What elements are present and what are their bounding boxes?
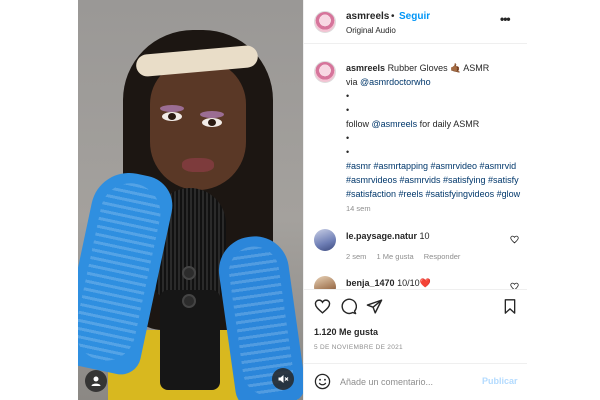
post-date: 5 DE NOVIEMBRE DE 2021	[314, 344, 403, 351]
caption-bullet: •	[346, 133, 350, 143]
comment-text: le.paysage.natur 10	[346, 231, 430, 241]
video-eye-right	[202, 118, 222, 127]
comment-body: 10	[419, 231, 430, 241]
video-eye-left	[162, 112, 182, 121]
comment-username[interactable]: le.paysage.natur	[346, 231, 417, 241]
bookmark-icon[interactable]	[502, 298, 518, 315]
speaker-muted-icon	[278, 375, 289, 383]
comment-input[interactable]	[340, 373, 470, 391]
comment-avatar[interactable]	[314, 229, 336, 251]
add-comment-bar: Publicar	[304, 363, 527, 400]
avatar[interactable]	[314, 11, 336, 33]
comment-reply-button[interactable]: Responder	[424, 252, 461, 261]
comment-text: benja_1470 10/10❤️	[346, 278, 431, 289]
caption-via-handle[interactable]: @asmrdoctorwho	[360, 77, 431, 87]
post-side-panel: asmreels • Seguir Original Audio ••• asm…	[303, 0, 527, 400]
caption-follow-handle[interactable]: @asmreels	[372, 119, 418, 129]
tagged-user-button[interactable]	[85, 370, 107, 392]
caption-hashtags[interactable]: #asmr #asmrtapping #asmrvideo #asmrvid #…	[346, 159, 522, 201]
caption-via-prefix: via	[346, 77, 361, 87]
publish-button[interactable]: Publicar	[482, 376, 518, 386]
video-eyeshadow-right	[200, 111, 224, 118]
caption-bullet: •	[346, 105, 350, 115]
emoji-icon[interactable]	[314, 373, 331, 390]
paper-plane-icon[interactable]	[366, 298, 383, 315]
post-video[interactable]	[78, 0, 303, 400]
caption-timestamp: 14 sem	[346, 204, 371, 213]
mute-button[interactable]	[272, 368, 294, 390]
comment-time: 2 sem	[346, 252, 367, 261]
audio-label[interactable]: Original Audio	[346, 26, 396, 35]
comment-likes[interactable]: 1 Me gusta	[377, 252, 414, 261]
post-header: asmreels • Seguir Original Audio •••	[304, 0, 527, 44]
caption-title: Rubber Gloves 🤙🏾 ASMR	[387, 63, 490, 73]
video-mouth	[182, 158, 214, 172]
video-microphone-knob-lower	[182, 294, 196, 308]
video-eyeshadow-left	[160, 105, 184, 112]
comment-heart-icon[interactable]	[510, 235, 519, 244]
instagram-post: asmreels • Seguir Original Audio ••• asm…	[78, 0, 527, 400]
caption-follow-prefix: follow	[346, 119, 372, 129]
caption-bullet: •	[346, 91, 350, 101]
user-icon	[91, 376, 101, 386]
video-microphone-knob	[182, 266, 196, 280]
header-username[interactable]: asmreels	[346, 11, 389, 22]
caption-bullet: •	[346, 147, 350, 157]
more-options-icon[interactable]: •••	[500, 12, 511, 26]
caption-text: asmreels Rubber Gloves 🤙🏾 ASMR via @asmr…	[346, 61, 522, 201]
caption-avatar[interactable]	[314, 61, 336, 83]
comment-body: 10/10❤️	[397, 278, 431, 288]
comment-icon[interactable]	[340, 298, 357, 315]
caption-username[interactable]: asmreels	[346, 63, 385, 73]
comment-meta: 2 sem 1 Me gusta Responder	[346, 252, 468, 261]
header-separator: •	[391, 11, 395, 22]
heart-icon[interactable]	[314, 298, 331, 315]
comment-username[interactable]: benja_1470	[346, 278, 395, 288]
post-actions: 1.120 Me gusta 5 DE NOVIEMBRE DE 2021	[304, 289, 527, 363]
caption-follow-suffix: for daily ASMR	[417, 119, 480, 129]
follow-button[interactable]: Seguir	[399, 11, 430, 22]
likes-count[interactable]: 1.120 Me gusta	[314, 327, 378, 337]
